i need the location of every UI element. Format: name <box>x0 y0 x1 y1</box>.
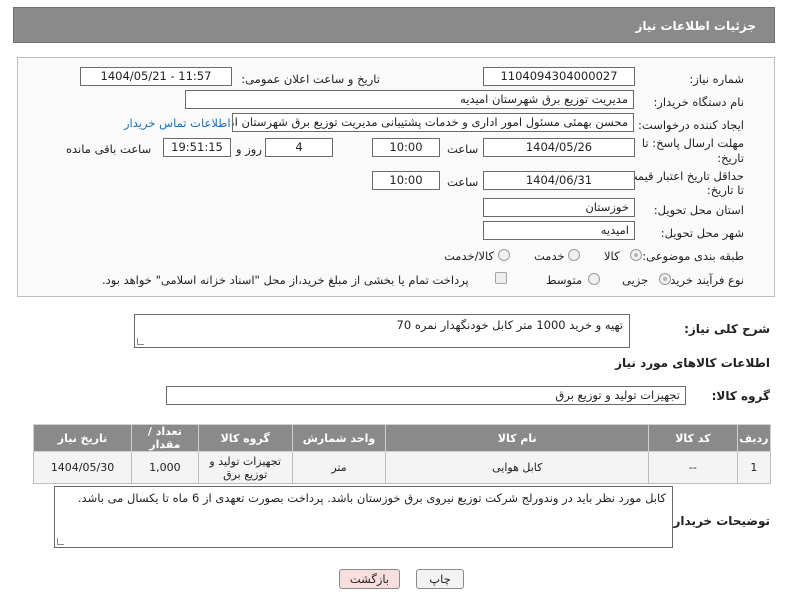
deadline-date-field: 1404/05/26 <box>483 138 635 157</box>
cell-name: کابل هوایی <box>385 451 650 484</box>
validity-time-label: ساعت <box>447 175 479 189</box>
cell-code: -- <box>648 451 738 484</box>
cell-qty: 1,000 <box>131 451 199 484</box>
goods-section-title: اطلاعات کالاهای مورد نیاز <box>615 356 770 370</box>
goods-table-header: ردیف کد کالا نام کالا واحد شمارش گروه کا… <box>32 424 772 452</box>
col-row: ردیف <box>736 424 772 452</box>
deadline-time-field: 10:00 <box>372 138 440 157</box>
buyer-notes-text: کابل مورد نظر باید در وندورلج شرکت توزیع… <box>77 491 666 505</box>
goods-table: ردیف کد کالا نام کالا واحد شمارش گروه کا… <box>32 424 772 484</box>
process-radio-minor[interactable] <box>659 273 671 285</box>
need-number-label: شماره نیاز: <box>689 72 744 86</box>
province-field: خوزستان <box>483 198 635 217</box>
category-radio-goods-service[interactable] <box>498 249 510 261</box>
validity-time-field: 10:00 <box>372 171 440 190</box>
remaining-time-field: 19:51:15 <box>163 138 231 157</box>
buyer-org-field: مدیریت توزیع برق شهرستان امیدیه <box>185 90 634 109</box>
process-option-minor: جزیی <box>622 273 649 287</box>
col-date: تاریخ نیاز <box>32 424 133 452</box>
category-option-goods: کالا <box>604 249 620 263</box>
buyer-contact-link[interactable]: اطلاعات تماس خریدار <box>124 116 231 130</box>
category-option-goods-service: کالا/خدمت <box>444 249 495 263</box>
days-label: روز و <box>236 142 262 156</box>
resize-handle[interactable] <box>137 338 144 345</box>
page-title: جزئیات اطلاعات نیاز <box>635 19 756 33</box>
validity-label-1: حداقل تاریخ اعتبار قیمت: <box>622 169 744 183</box>
page-header: جزئیات اطلاعات نیاز <box>13 7 775 43</box>
category-option-service: خدمت <box>534 249 565 263</box>
col-group: گروه کالا <box>197 424 293 452</box>
back-button[interactable]: بازگشت <box>339 569 400 589</box>
cell-group: تجهیزات تولید و توزیع برق <box>197 451 293 484</box>
process-option-medium: متوسط <box>546 273 583 287</box>
summary-label: شرح کلی نیاز: <box>684 322 770 336</box>
cell-row: 1 <box>736 451 772 484</box>
city-label: شهر محل تحویل: <box>660 226 744 240</box>
resize-handle[interactable] <box>57 538 64 545</box>
creator-label: ایجاد کننده درخواست: <box>638 118 744 132</box>
buyer-notes-field: کابل مورد نظر باید در وندورلج شرکت توزیع… <box>54 486 673 548</box>
treasury-payment-checkbox[interactable] <box>495 272 507 284</box>
deadline-label-1: مهلت ارسال پاسخ: تا <box>641 136 744 150</box>
creator-field: محسن بهمئی مسئول امور اداری و خدمات پشتی… <box>232 113 634 132</box>
buyer-notes-label: توضیحات خریدار: <box>668 514 770 528</box>
city-field: امیدیه <box>483 221 635 240</box>
category-radio-service[interactable] <box>568 249 580 261</box>
summary-field: تهیه و خرید 1000 متر کابل خودنگهدار نمره… <box>134 314 630 348</box>
col-unit: واحد شمارش <box>291 424 387 452</box>
goods-group-field: تجهیزات تولید و توزیع برق <box>166 386 686 405</box>
validity-label-2: تا تاریخ: <box>706 183 744 197</box>
cell-date: 1404/05/30 <box>32 451 133 484</box>
goods-group-label: گروه کالا: <box>711 389 770 403</box>
treasury-payment-note: پرداخت تمام یا بخشی از مبلغ خرید،از محل … <box>102 273 469 287</box>
province-label: استان محل تحویل: <box>653 203 744 217</box>
col-code: کد کالا <box>648 424 738 452</box>
buyer-org-label: نام دستگاه خریدار: <box>653 95 744 109</box>
col-name: نام کالا <box>385 424 650 452</box>
print-button[interactable]: چاپ <box>416 569 464 589</box>
announce-date-label: تاریخ و ساعت اعلان عمومی: <box>241 72 380 86</box>
deadline-time-label: ساعت <box>447 142 479 156</box>
process-label: نوع فرآیند خرید : <box>662 273 744 287</box>
category-radio-goods[interactable] <box>630 249 642 261</box>
table-row: 1 -- کابل هوایی متر تجهیزات تولید و توزی… <box>32 451 772 484</box>
summary-text: تهیه و خرید 1000 متر کابل خودنگهدار نمره… <box>396 318 623 332</box>
cell-unit: متر <box>291 451 387 484</box>
validity-date-field: 1404/06/31 <box>483 171 635 190</box>
remaining-time-label: ساعت باقی مانده <box>66 142 152 156</box>
deadline-label-2: تاریخ: <box>717 151 744 165</box>
need-number-field: 1104094304000027 <box>483 67 635 86</box>
col-qty: تعداد / مقدار <box>131 424 199 452</box>
category-label: طبقه بندی موضوعی: <box>642 249 744 263</box>
announce-date-field: 1404/05/21 - 11:57 <box>80 67 232 86</box>
days-remaining-field: 4 <box>265 138 333 157</box>
process-radio-medium[interactable] <box>588 273 600 285</box>
